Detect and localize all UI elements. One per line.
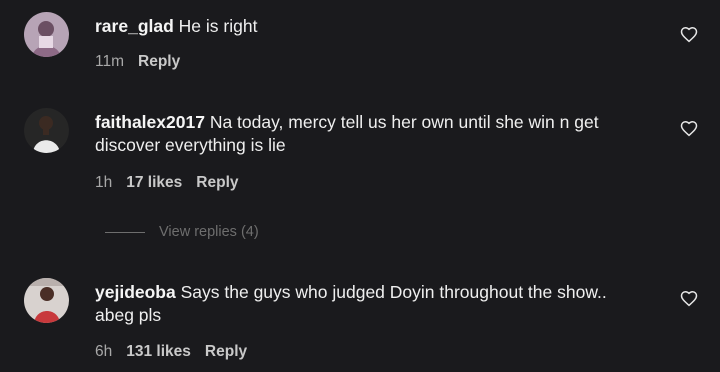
view-replies-button[interactable]: View replies (4) [105,224,259,244]
avatar[interactable] [24,108,69,153]
likes-count[interactable]: 131 likes [126,343,191,360]
heart-outline-icon[interactable] [680,26,698,44]
heart-outline-icon[interactable] [680,120,698,138]
comment-username[interactable]: faithalex2017 [95,112,205,132]
comment-body: He is right [178,16,258,36]
comment-timestamp: 11m [95,53,125,70]
comment-text: yejideoba Says the guys who judged Doyin… [95,281,650,327]
reply-button[interactable]: Reply [196,174,238,191]
reply-button[interactable]: Reply [205,343,247,360]
heart-outline-icon[interactable] [680,290,698,308]
view-replies-divider [105,231,145,233]
reply-button[interactable]: Reply [138,53,180,70]
comment-username[interactable]: rare_glad [95,16,174,36]
comment-username[interactable]: yejideoba [95,282,176,302]
comment-meta: 1h 17 likes Reply [95,174,253,192]
likes-count[interactable]: 17 likes [126,174,182,191]
view-replies-label: View replies (4) [159,224,259,240]
comment-timestamp: 6h [95,343,113,360]
avatar[interactable] [24,12,69,57]
avatar[interactable] [24,278,69,323]
comment-text: faithalex2017 Na today, mercy tell us he… [95,111,650,157]
comment-timestamp: 1h [95,174,113,191]
comment-meta: 6h 131 likes Reply [95,343,261,361]
comment-meta: 11m Reply [95,53,194,71]
comment-text: rare_glad He is right [95,15,650,38]
